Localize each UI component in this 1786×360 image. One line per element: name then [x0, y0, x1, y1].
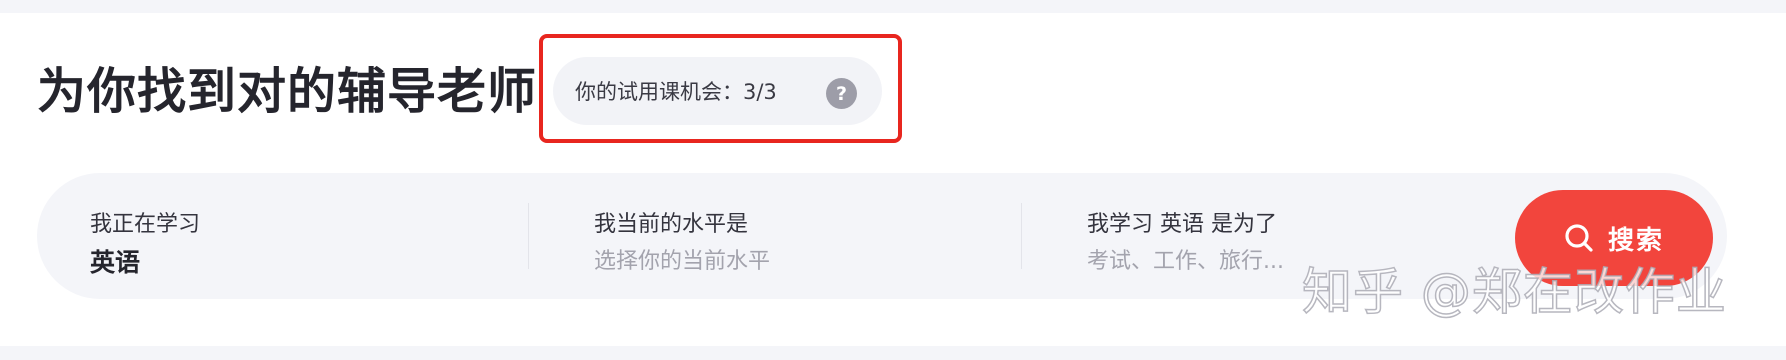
field-divider — [1021, 203, 1022, 269]
subject-field-value: 英语 — [90, 248, 141, 277]
purpose-field-placeholder: 考试、工作、旅行... — [1087, 249, 1284, 274]
subject-field[interactable]: 我正在学习 英语 — [90, 173, 450, 299]
search-button-label: 搜索 — [1607, 225, 1664, 256]
level-field-label: 我当前的水平是 — [594, 212, 749, 237]
page-title: 为你找到对的辅导老师 — [37, 63, 538, 120]
watermark: 知乎 @郑在改作业 — [1301, 262, 1727, 322]
level-field[interactable]: 我当前的水平是 选择你的当前水平 — [594, 173, 974, 299]
field-divider — [528, 203, 529, 269]
level-field-placeholder: 选择你的当前水平 — [594, 249, 771, 274]
highlight-box — [539, 34, 902, 143]
purpose-field-label: 我学习 英语 是为了 — [1087, 212, 1277, 237]
subject-field-label: 我正在学习 — [90, 212, 201, 237]
search-icon — [1564, 223, 1594, 253]
